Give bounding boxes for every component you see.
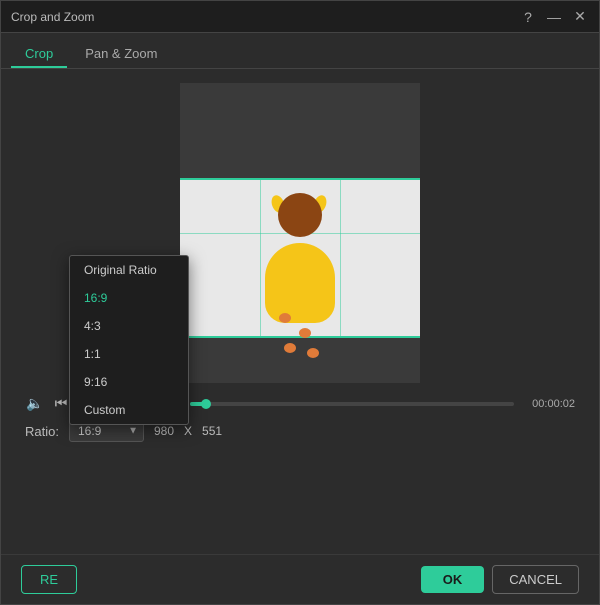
ratio-option-original[interactable]: Original Ratio: [70, 256, 188, 284]
ratio-option-16-9[interactable]: 16:9: [70, 284, 188, 312]
ratio-x-label: X: [184, 424, 192, 438]
spot-4: [307, 348, 319, 358]
crop-zoom-window: Crop and Zoom ? — ✕ Crop Pan & Zoom: [0, 0, 600, 605]
help-button[interactable]: ?: [519, 9, 537, 25]
tab-crop[interactable]: Crop: [11, 41, 67, 68]
tab-bar: Crop Pan & Zoom: [1, 33, 599, 69]
giraffe-head: [278, 193, 322, 237]
cancel-button[interactable]: CANCEL: [492, 565, 579, 594]
ratio-row: Ratio: 16:9 Original Ratio 4:3 1:1 9:16 …: [21, 420, 579, 442]
ratio-option-4-3[interactable]: 4:3: [70, 312, 188, 340]
crop-region[interactable]: [180, 178, 420, 338]
ratio-label: Ratio:: [25, 424, 59, 439]
tab-pan-zoom[interactable]: Pan & Zoom: [71, 41, 171, 68]
spot-3: [284, 343, 296, 353]
volume-icon[interactable]: 🔈: [25, 395, 45, 412]
video-bg-top: [180, 83, 420, 178]
ratio-height: 551: [202, 424, 222, 438]
time-total: 00:00:02: [520, 398, 575, 410]
close-button[interactable]: ✕: [571, 8, 589, 25]
titlebar: Crop and Zoom ? — ✕: [1, 1, 599, 33]
video-preview[interactable]: [180, 83, 420, 383]
ok-button[interactable]: OK: [421, 566, 485, 593]
ratio-dropdown-menu[interactable]: Original Ratio 16:9 4:3 1:1 9:16 Custom: [69, 255, 189, 425]
spot-1: [279, 313, 291, 323]
ratio-option-9-16[interactable]: 9:16: [70, 368, 188, 396]
main-content: 🔈 ⏮ ▶ ⏹ 00:00:00 00:00:02 Ratio:: [1, 69, 599, 554]
ratio-width: 980: [154, 424, 174, 438]
bottom-bar: RE OK CANCEL: [1, 554, 599, 604]
minimize-button[interactable]: —: [545, 9, 563, 25]
ratio-select-wrap: 16:9 Original Ratio 4:3 1:1 9:16 Custom …: [69, 420, 144, 442]
giraffe-body: [265, 243, 335, 323]
video-content: [255, 193, 345, 323]
progress-knob[interactable]: [201, 399, 211, 409]
spot-2: [299, 328, 311, 338]
window-title: Crop and Zoom: [11, 10, 94, 24]
timeline-area: 🔈 ⏮ ▶ ⏹ 00:00:00 00:00:02 Ratio:: [21, 395, 579, 442]
ratio-option-custom[interactable]: Custom: [70, 396, 188, 424]
progress-bar[interactable]: [190, 402, 514, 406]
ratio-option-1-1[interactable]: 1:1: [70, 340, 188, 368]
reset-button[interactable]: RE: [21, 565, 77, 594]
video-bg-bottom: [180, 338, 420, 383]
window-controls: ? — ✕: [519, 8, 589, 25]
